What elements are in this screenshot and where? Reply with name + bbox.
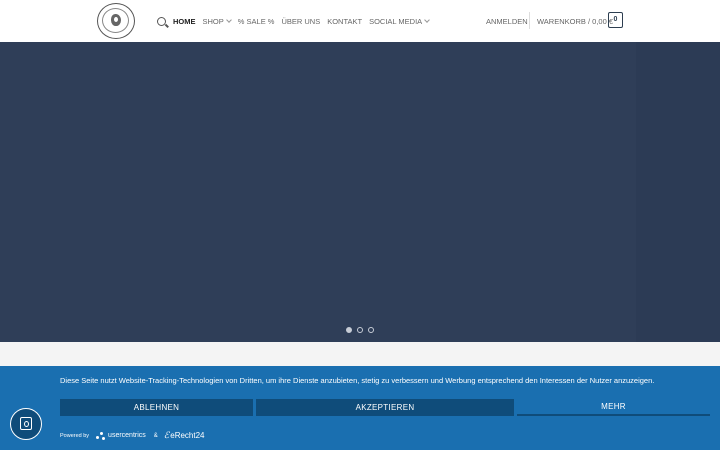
more-button[interactable]: MEHR (517, 399, 710, 416)
erecht24-icon: ℰ (163, 430, 170, 440)
search-icon[interactable] (157, 16, 166, 26)
site-logo[interactable] (97, 3, 135, 39)
powered-by-label: Powered by (60, 432, 90, 439)
accept-button[interactable]: AKZEPTIEREN (256, 399, 514, 416)
privacy-settings-button[interactable] (10, 408, 42, 440)
slider-dots (346, 327, 379, 333)
nav-item-shop[interactable]: SHOP (203, 17, 232, 26)
cart-link[interactable]: WARENKORB / 0,00 € (537, 17, 613, 26)
chevron-down-icon (424, 17, 431, 23)
login-link[interactable]: ANMELDEN (486, 17, 528, 26)
cookie-banner-text: Diese Seite nutzt Website-Tracking-Techn… (60, 376, 655, 385)
slider-dot-1[interactable] (346, 327, 352, 333)
nav-item-sale[interactable]: % SALE % (238, 17, 275, 26)
slider-dot-2[interactable] (357, 327, 363, 333)
header-divider (529, 12, 530, 29)
erecht24-name: eRecht24 (170, 431, 205, 440)
deny-button[interactable]: ABLEHNEN (60, 399, 253, 416)
chevron-down-icon (225, 17, 232, 23)
content-section (0, 342, 720, 366)
ampersand: & (153, 432, 158, 439)
cart-count-badge[interactable]: 0 (608, 12, 623, 28)
powered-by: Powered by usercentrics & ℰ eRecht24 (60, 430, 205, 441)
site-header: HOME SHOP % SALE % ÜBER UNS KONTAKT SOCI… (0, 0, 720, 42)
hero-slider (0, 42, 720, 342)
nav-item-contact[interactable]: KONTAKT (327, 17, 362, 26)
cookie-banner: Diese Seite nutzt Website-Tracking-Techn… (0, 366, 720, 450)
logo-emblem-detail (114, 17, 118, 22)
usercentrics-name: usercentrics (108, 432, 146, 439)
hero-slide-edge (636, 42, 720, 342)
usercentrics-logo[interactable]: usercentrics (96, 431, 146, 440)
nav-item-about[interactable]: ÜBER UNS (281, 17, 320, 26)
slider-dot-3[interactable] (368, 327, 374, 333)
nav-item-home[interactable]: HOME (173, 17, 196, 26)
nav-item-social-media[interactable]: SOCIAL MEDIA (369, 17, 431, 26)
fingerprint-icon (20, 417, 32, 430)
erecht24-logo[interactable]: ℰ eRecht24 (164, 430, 205, 441)
usercentrics-icon (96, 431, 106, 440)
main-nav: HOME SHOP % SALE % ÜBER UNS KONTAKT SOCI… (157, 14, 436, 28)
